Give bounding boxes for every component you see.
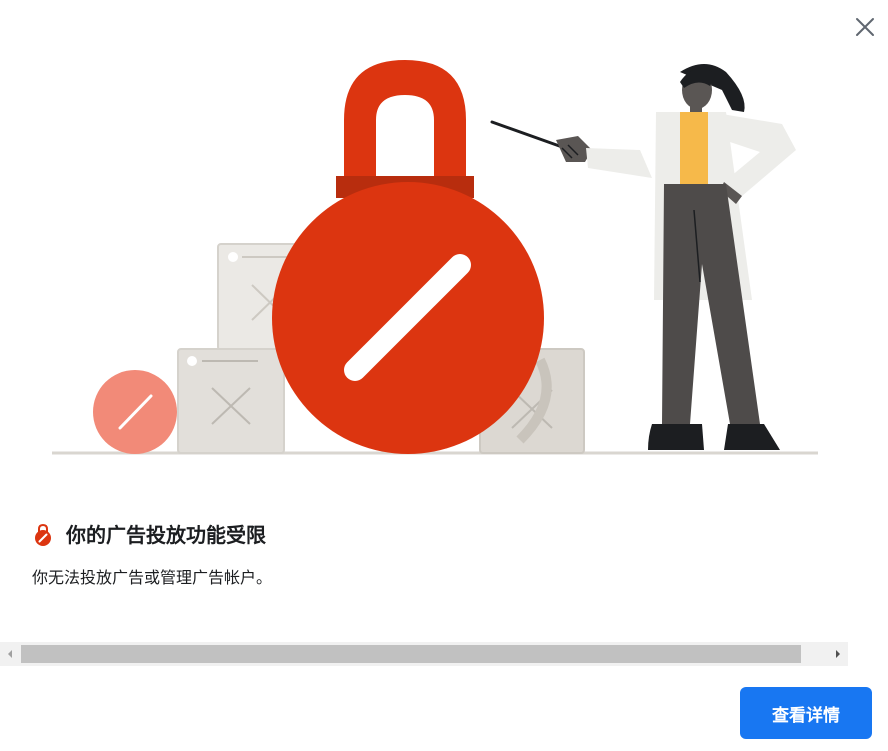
warning-heading: 你的广告投放功能受限 bbox=[32, 520, 266, 550]
page-title: 你的广告投放功能受限 bbox=[66, 523, 266, 547]
scroll-right-button[interactable] bbox=[828, 642, 848, 666]
lock-icon bbox=[35, 524, 51, 546]
close-button[interactable] bbox=[852, 14, 878, 40]
left-arrow-icon bbox=[8, 650, 12, 658]
restriction-illustration bbox=[52, 60, 818, 455]
close-icon bbox=[856, 18, 874, 36]
scroll-left-button[interactable] bbox=[0, 642, 20, 666]
small-forbidden-icon bbox=[93, 370, 177, 454]
horizontal-scrollbar[interactable] bbox=[0, 642, 848, 666]
big-lock-icon bbox=[272, 60, 544, 454]
right-arrow-icon bbox=[836, 650, 840, 658]
scrollbar-thumb[interactable] bbox=[21, 645, 801, 663]
ad-box-bottom-left bbox=[177, 348, 285, 454]
restriction-description: 你无法投放广告或管理广告帐户。 bbox=[32, 568, 273, 587]
view-details-button[interactable]: 查看详情 bbox=[740, 687, 872, 739]
